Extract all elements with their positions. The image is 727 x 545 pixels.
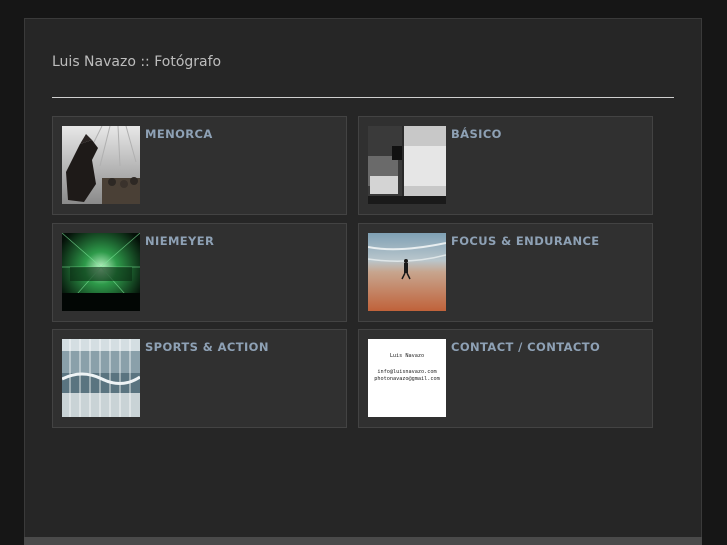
- black-white-abstract-thumbnail[interactable]: [368, 126, 446, 204]
- beach-runner-thumbnail[interactable]: [368, 233, 446, 311]
- gallery-card-basico[interactable]: BÁSICO: [358, 116, 653, 215]
- contact-card-thumbnail[interactable]: Luis Navazo info@luisnavazo.com photonav…: [368, 339, 446, 417]
- gallery-link-basico[interactable]: BÁSICO: [451, 127, 502, 141]
- gallery-card-focus-endurance[interactable]: FOCUS & ENDURANCE: [358, 223, 653, 322]
- gallery-card-menorca[interactable]: MENORCA: [52, 116, 347, 215]
- gallery-link-sports-action[interactable]: SPORTS & ACTION: [145, 340, 269, 354]
- contact-email-1: info@luisnavazo.com: [377, 369, 437, 376]
- horse-photo-thumbnail[interactable]: [62, 126, 140, 204]
- gallery-card-niemeyer[interactable]: NIEMEYER: [52, 223, 347, 322]
- contact-name: Luis Navazo: [389, 353, 425, 359]
- header-divider: [52, 97, 674, 98]
- gallery-link-focus-endurance[interactable]: FOCUS & ENDURANCE: [451, 234, 600, 248]
- gallery-link-menorca[interactable]: MENORCA: [145, 127, 213, 141]
- surf-sequence-thumbnail[interactable]: [62, 339, 140, 417]
- gallery-link-contact[interactable]: CONTACT / CONTACTO: [451, 340, 600, 354]
- gallery-card-sports-action[interactable]: SPORTS & ACTION: [52, 329, 347, 428]
- footer-bar: [24, 537, 702, 545]
- gallery-card-contact[interactable]: Luis Navazo info@luisnavazo.com photonav…: [358, 329, 653, 428]
- site-title: Luis Navazo :: Fotógrafo: [52, 54, 222, 70]
- gallery-link-niemeyer[interactable]: NIEMEYER: [145, 234, 214, 248]
- contact-email-2: photonavazo@gmail.com: [374, 376, 440, 383]
- green-corridor-thumbnail[interactable]: [62, 233, 140, 311]
- main-panel: Luis Navazo :: Fotógrafo MENORCA BÁSICO …: [24, 18, 702, 538]
